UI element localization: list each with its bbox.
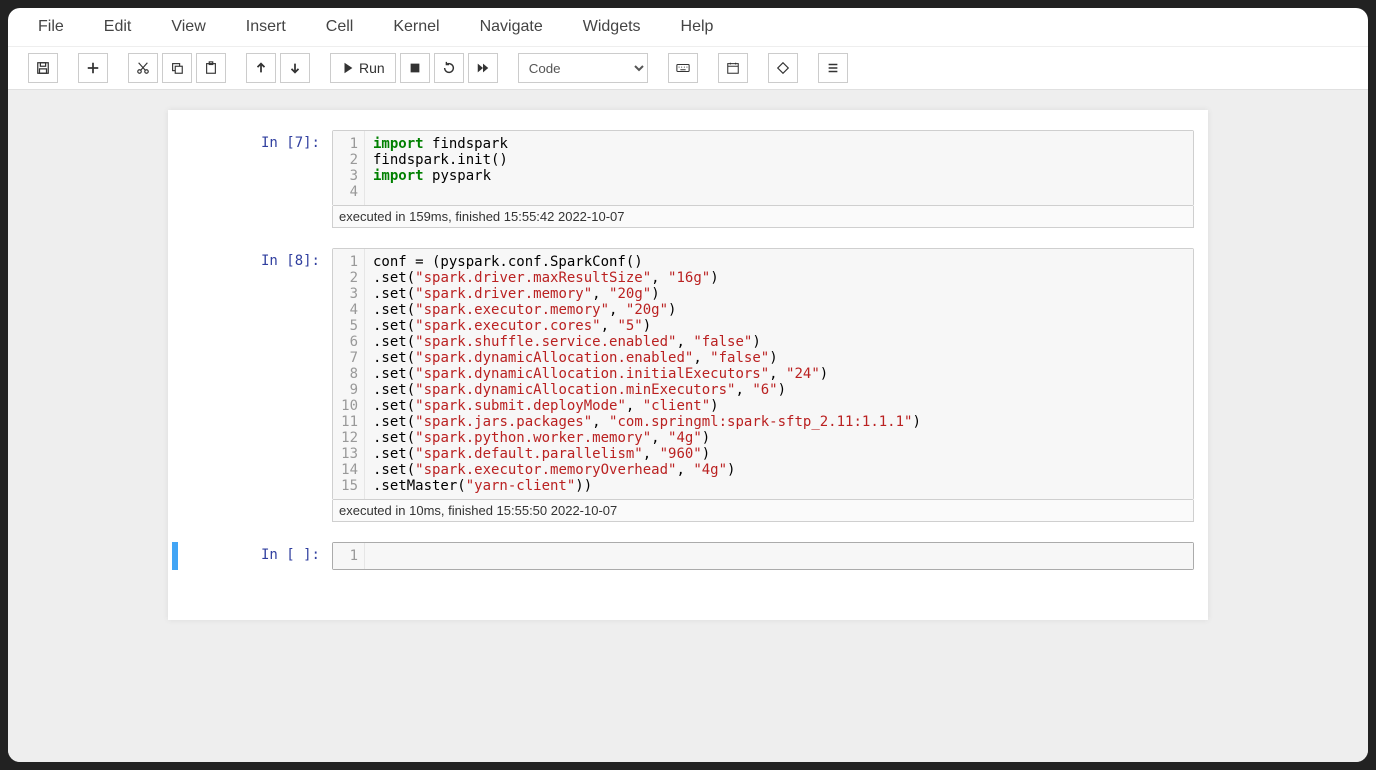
menu-view[interactable]: View	[171, 18, 205, 36]
line-gutter: 1	[333, 543, 365, 569]
input-prompt: In [ ]:	[182, 542, 332, 563]
variable-inspector-button[interactable]	[768, 53, 798, 83]
menu-edit[interactable]: Edit	[104, 18, 132, 36]
code-cell[interactable]: In [8]:123456789101112131415conf = (pysp…	[182, 248, 1194, 522]
diamond-icon	[776, 61, 790, 75]
code-editor[interactable]	[365, 543, 1193, 569]
list-icon	[826, 61, 840, 75]
menubar: File Edit View Insert Cell Kernel Naviga…	[8, 8, 1368, 47]
menu-file[interactable]: File	[38, 18, 64, 36]
menu-insert[interactable]: Insert	[246, 18, 286, 36]
fast-forward-icon	[476, 61, 490, 75]
input-area[interactable]: 1234import findsparkfindspark.init()impo…	[332, 130, 1194, 206]
save-button[interactable]	[28, 53, 58, 83]
arrow-up-icon	[254, 61, 268, 75]
menu-help[interactable]: Help	[681, 18, 714, 36]
input-prompt: In [7]:	[182, 130, 332, 151]
execution-info: executed in 159ms, finished 15:55:42 202…	[332, 206, 1194, 228]
notebook-scroll-area[interactable]: In [7]:1234import findsparkfindspark.ini…	[8, 90, 1368, 762]
menu-widgets[interactable]: Widgets	[583, 18, 641, 36]
line-gutter: 1234	[333, 131, 365, 205]
stop-icon	[408, 61, 422, 75]
move-up-button[interactable]	[246, 53, 276, 83]
paste-icon	[204, 61, 218, 75]
copy-button[interactable]	[162, 53, 192, 83]
celltype-select[interactable]: Code	[518, 53, 648, 83]
calendar-icon	[726, 61, 740, 75]
code-editor[interactable]: import findsparkfindspark.init()import p…	[365, 131, 1193, 205]
keyboard-icon	[676, 61, 690, 75]
command-palette-button[interactable]	[668, 53, 698, 83]
move-down-button[interactable]	[280, 53, 310, 83]
arrow-down-icon	[288, 61, 302, 75]
input-prompt: In [8]:	[182, 248, 332, 269]
scissors-icon	[136, 61, 150, 75]
toc-button[interactable]	[818, 53, 848, 83]
add-cell-button[interactable]	[78, 53, 108, 83]
calendar-button[interactable]	[718, 53, 748, 83]
notebook: In [7]:1234import findsparkfindspark.ini…	[168, 110, 1208, 620]
input-area[interactable]: 1	[332, 542, 1194, 570]
restart-run-all-button[interactable]	[468, 53, 498, 83]
run-button[interactable]: Run	[330, 53, 396, 83]
interrupt-button[interactable]	[400, 53, 430, 83]
save-icon	[36, 61, 50, 75]
code-cell[interactable]: In [ ]:1	[182, 542, 1194, 570]
restart-button[interactable]	[434, 53, 464, 83]
line-gutter: 123456789101112131415	[333, 249, 365, 499]
jupyter-window: File Edit View Insert Cell Kernel Naviga…	[8, 8, 1368, 762]
toolbar: Run Code	[8, 47, 1368, 90]
paste-button[interactable]	[196, 53, 226, 83]
code-cell[interactable]: In [7]:1234import findsparkfindspark.ini…	[182, 130, 1194, 228]
run-label: Run	[359, 60, 385, 76]
plus-icon	[86, 61, 100, 75]
copy-icon	[170, 61, 184, 75]
menu-cell[interactable]: Cell	[326, 18, 354, 36]
menu-navigate[interactable]: Navigate	[480, 18, 543, 36]
restart-icon	[442, 61, 456, 75]
execution-info: executed in 10ms, finished 15:55:50 2022…	[332, 500, 1194, 522]
input-area[interactable]: 123456789101112131415conf = (pyspark.con…	[332, 248, 1194, 500]
code-editor[interactable]: conf = (pyspark.conf.SparkConf().set("sp…	[365, 249, 1193, 499]
play-icon	[341, 61, 355, 75]
cut-button[interactable]	[128, 53, 158, 83]
menu-kernel[interactable]: Kernel	[393, 18, 439, 36]
